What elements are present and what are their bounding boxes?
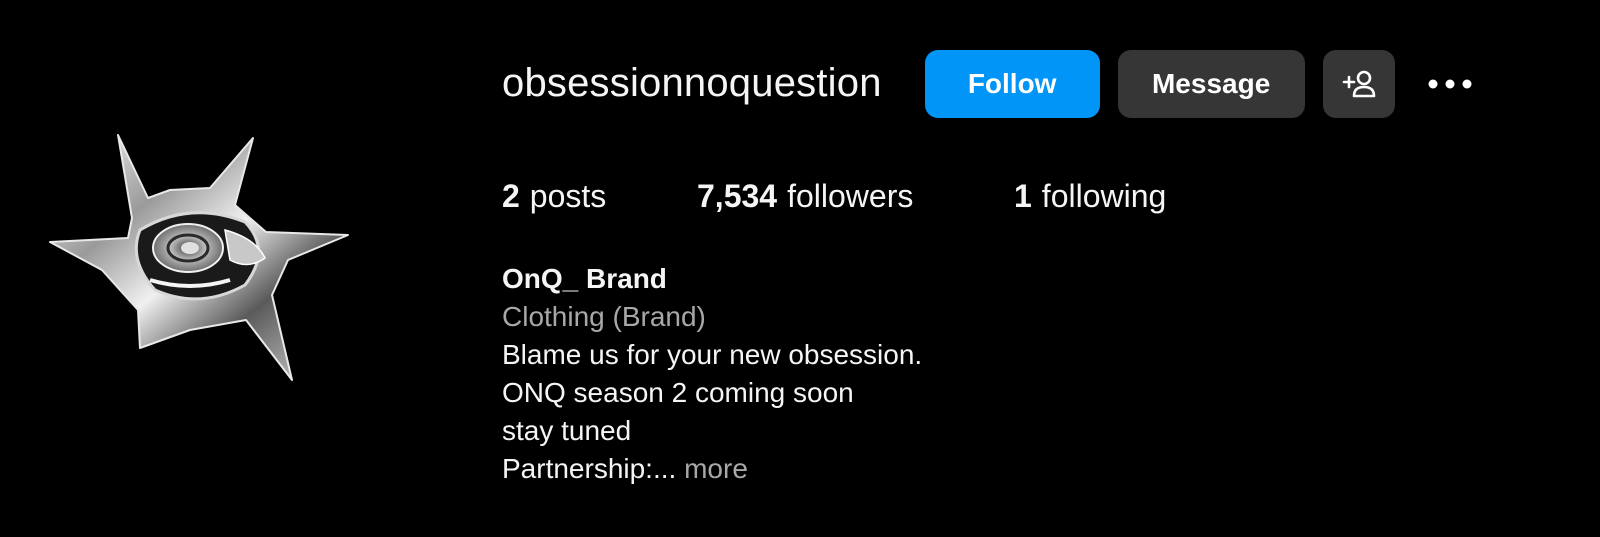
message-button[interactable]: Message bbox=[1117, 49, 1305, 118]
following-count: 1 bbox=[1014, 178, 1032, 214]
profile-stats: 2 posts 7,534 followers 1 following bbox=[502, 178, 1166, 215]
posts-label: posts bbox=[529, 178, 607, 214]
profile-bio: OnQ_ Brand Clothing (Brand) Blame us for… bbox=[502, 260, 922, 488]
chrome-star-logo-icon bbox=[49, 134, 349, 381]
follow-button[interactable]: Follow bbox=[924, 49, 1100, 118]
following-label: following bbox=[1041, 178, 1167, 214]
bio-line: ONQ season 2 coming soon bbox=[502, 377, 854, 408]
bio-line: Blame us for your new obsession. bbox=[502, 339, 923, 370]
posts-stat: 2 posts bbox=[502, 178, 697, 215]
bio-truncated-line: Partnership:... more bbox=[502, 450, 922, 488]
more-options-button[interactable] bbox=[1425, 59, 1475, 109]
more-options-icon bbox=[1428, 79, 1472, 88]
followers-stat[interactable]: 7,534 followers bbox=[697, 178, 1014, 215]
profile-username: obsessionnoquestion bbox=[502, 61, 882, 105]
bio-more-link[interactable]: more bbox=[684, 453, 748, 484]
bio-category: Clothing (Brand) bbox=[502, 301, 706, 332]
profile-title-row: obsessionnoquestion Follow Message bbox=[502, 49, 1475, 118]
bio-line: stay tuned bbox=[502, 415, 632, 446]
posts-count: 2 bbox=[502, 178, 520, 214]
bio-display-name: OnQ_ Brand bbox=[502, 263, 667, 294]
person-add-icon bbox=[1342, 70, 1375, 97]
following-stat[interactable]: 1 following bbox=[1014, 178, 1166, 215]
profile-avatar[interactable] bbox=[40, 120, 370, 400]
profile-header: obsessionnoquestion Follow Message 2 pos… bbox=[502, 0, 1600, 537]
followers-label: followers bbox=[787, 178, 914, 214]
bio-truncated-text: Partnership:... bbox=[502, 453, 677, 484]
followers-count: 7,534 bbox=[697, 178, 778, 214]
suggested-accounts-button[interactable] bbox=[1322, 49, 1395, 118]
